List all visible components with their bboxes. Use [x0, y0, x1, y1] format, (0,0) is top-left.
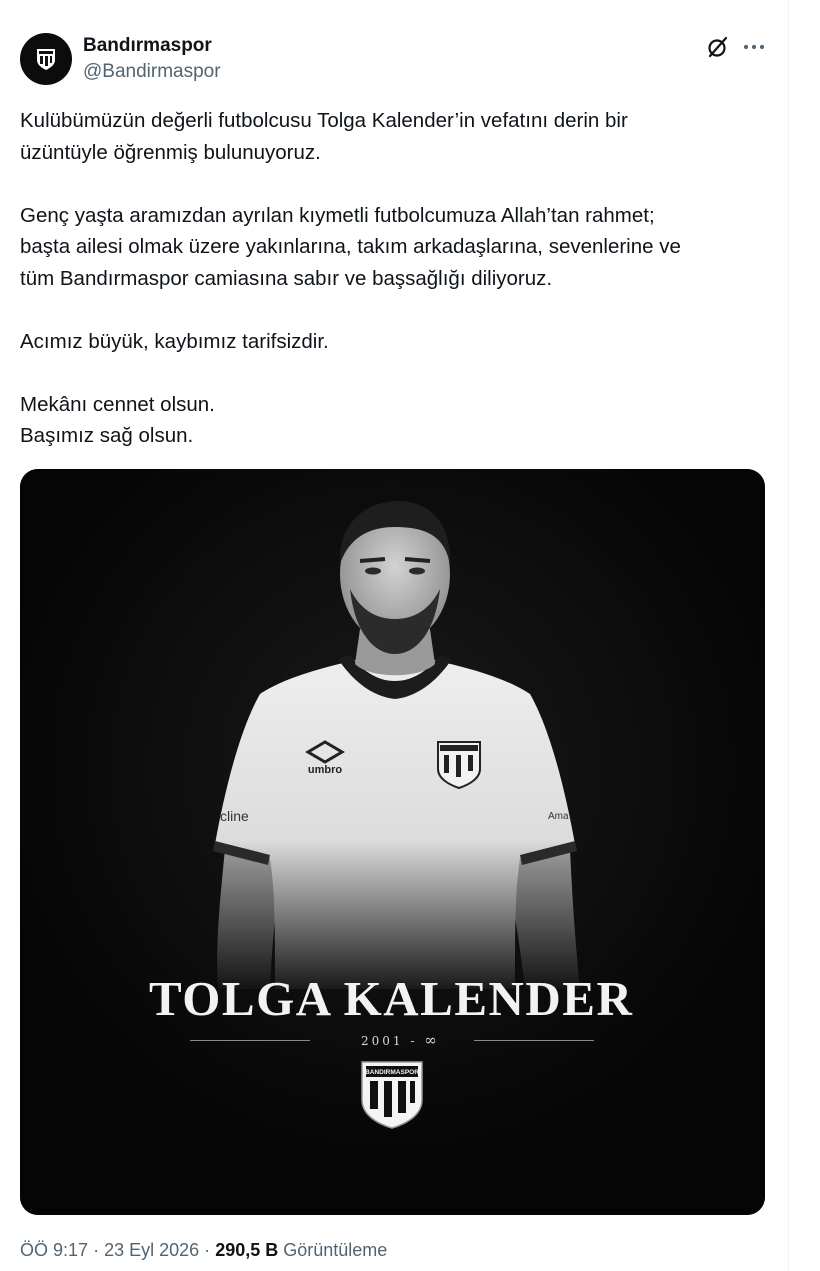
more-icon[interactable]: [741, 35, 767, 59]
tweet-line: Kulübümüzün değerli futbolcusu Tolga Kal…: [20, 109, 628, 132]
crest-text: BANDIRMASPOR: [365, 1069, 419, 1076]
meta-separator: ·: [204, 1240, 211, 1260]
author-handle[interactable]: @Bandirmaspor: [83, 61, 221, 83]
infinity-symbol: ∞: [424, 1031, 437, 1049]
views-count: 290,5 B: [215, 1240, 279, 1260]
tweet-date[interactable]: 23 Eyl 2026: [104, 1240, 199, 1260]
tweet-line: Mekânı cennet olsun.: [20, 392, 215, 416]
tweet-time[interactable]: ÖÖ 9:17: [20, 1240, 88, 1260]
tweet-line: Başımız sağ olsun.: [20, 424, 194, 447]
tweet-line: başta ailesi olmak üzere yakınlarına, ta…: [20, 235, 681, 258]
tweet-text: Kulübümüzün değerli futbolcusu Tolga Kal…: [20, 105, 780, 452]
tweet-line: tüm Bandırmaspor camiasına sabır ve başs…: [20, 266, 553, 290]
jersey-brand-text: umbro: [308, 764, 343, 776]
player-name: TOLGA KALENDER: [149, 971, 634, 1026]
avatar[interactable]: [20, 33, 72, 85]
tweet: Bandırmaspor @Bandirmaspor Kulübümüzün d…: [0, 0, 788, 1271]
tweet-line: üzüntüyle öğrenmiş bulunuyoruz.: [20, 140, 321, 164]
tweet-line: Acımız büyük, kaybımız tarifsizdir.: [20, 329, 329, 353]
views-label: Görüntüleme: [283, 1240, 388, 1260]
player-years: 2001 - ∞: [361, 1031, 437, 1049]
sleeve-text-right: Ama: [548, 811, 569, 822]
tweet-meta: ÖÖ 9:17 · 23 Eyl 2026 · 290,5 B Görüntül…: [20, 1240, 387, 1261]
grok-icon[interactable]: [706, 35, 730, 59]
sleeve-text-left: cline: [220, 808, 249, 824]
divider-line: [474, 1040, 594, 1041]
column-divider: [788, 0, 789, 1271]
meta-separator: ·: [93, 1240, 100, 1260]
club-crest-icon: [37, 49, 55, 70]
author-display-name[interactable]: Bandırmaspor: [83, 35, 212, 57]
tweet-line: Genç yaşta aramızdan ayrılan kıymetli fu…: [20, 203, 655, 227]
club-logo: BANDIRMASPOR: [361, 1061, 423, 1129]
divider-line: [190, 1040, 310, 1041]
